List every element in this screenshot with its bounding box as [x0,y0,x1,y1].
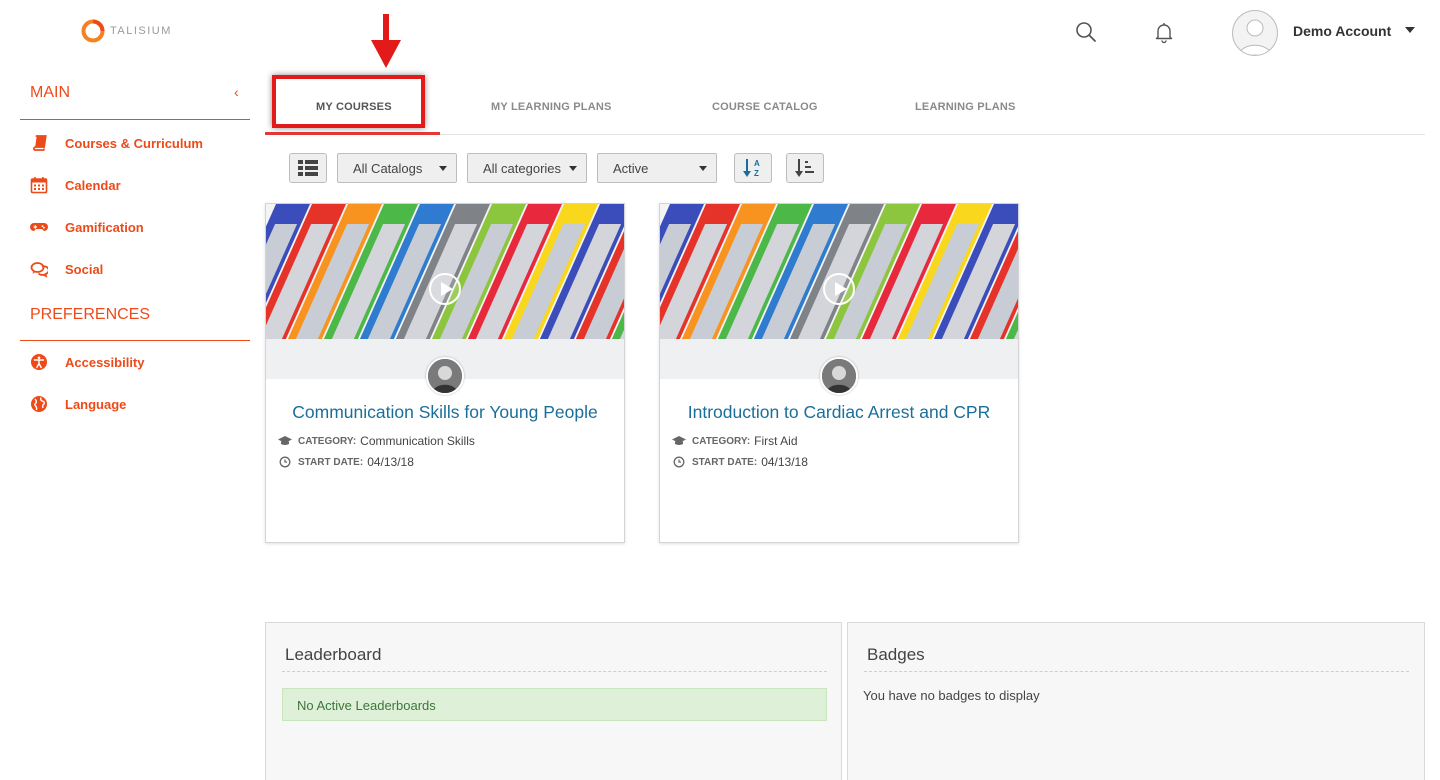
start-date-value: 04/13/18 [761,455,808,469]
chevron-down-icon [569,166,577,171]
sidebar-item-label: Accessibility [65,354,145,370]
annotation-arrow-icon [371,14,401,68]
user-silhouette-icon [1238,19,1272,55]
sort-alpha-icon: A Z [743,159,760,178]
sidebar-item-courses[interactable]: Courses & Curriculum [30,134,203,152]
start-date-label: START DATE: [692,456,758,468]
sidebar-heading-preferences: PREFERENCES [30,306,151,323]
book-icon [33,135,47,151]
accessibility-icon [31,354,47,370]
account-caret-down-icon[interactable] [1405,27,1415,33]
leaderboard-panel: Leaderboard No Active Leaderboards [265,622,842,780]
calendar-icon [30,177,48,194]
leaderboard-empty-alert: No Active Leaderboards [282,688,827,721]
tab-learning-plans[interactable]: LEARNING PLANS [915,101,1016,113]
course-category: CATEGORY: Communication Skills [278,434,475,448]
instructor-avatar [820,357,858,395]
category-value: First Aid [754,434,798,448]
leaderboard-title: Leaderboard [285,645,382,664]
sidebar-collapse-icon[interactable]: ‹ [234,84,239,100]
instructor-avatar [426,357,464,395]
course-thumbnail[interactable] [266,204,624,379]
badges-panel: Badges You have no badges to display [847,622,1425,780]
graduation-cap-icon [278,436,292,445]
course-card[interactable]: Introduction to Cardiac Arrest and CPR C… [659,203,1019,543]
course-category: CATEGORY: First Aid [672,434,798,448]
start-date-value: 04/13/18 [367,455,414,469]
graduation-cap-icon [672,436,686,445]
course-start-date: START DATE: 04/13/18 [278,455,414,469]
sidebar-item-label: Gamification [65,219,144,235]
category-label: CATEGORY: [692,435,751,447]
sidebar-item-language[interactable]: Language [30,395,126,413]
course-thumbnail[interactable] [660,204,1018,379]
instructor-photo [428,359,462,393]
category-value: Communication Skills [360,434,475,448]
annotation-highlight-box [272,75,425,128]
category-label: CATEGORY: [298,435,357,447]
status-select[interactable]: Active [597,153,717,183]
panel-divider [864,671,1409,672]
category-select[interactable]: All categories [467,153,587,183]
chevron-down-icon [699,166,707,171]
chevron-down-icon [439,166,447,171]
course-start-date: START DATE: 04/13/18 [672,455,808,469]
tab-course-catalog[interactable]: COURSE CATALOG [712,101,818,113]
sidebar-item-label: Calendar [65,177,121,193]
play-icon[interactable] [822,272,856,306]
play-icon[interactable] [428,272,462,306]
chat-bubbles-icon [30,262,48,278]
logo-ring-icon [81,19,105,43]
search-icon[interactable] [1074,20,1098,44]
sidebar-item-label: Language [65,396,127,412]
svg-text:Z: Z [754,169,759,178]
category-select-value: All categories [483,160,562,176]
start-date-label: START DATE: [298,456,364,468]
sidebar-item-accessibility[interactable]: Accessibility [30,353,145,371]
tab-my-learning-plans[interactable]: MY LEARNING PLANS [491,101,612,113]
list-view-icon [298,160,318,176]
logo-text: TALISIUM [110,25,172,37]
account-name[interactable]: Demo Account [1293,23,1391,39]
bell-icon[interactable] [1152,20,1176,44]
sidebar-item-label: Social [65,261,104,277]
sort-order-icon [795,159,814,177]
course-title[interactable]: Communication Skills for Young People [266,402,624,423]
sort-order-button[interactable] [786,153,824,183]
clock-icon [279,456,291,468]
badges-title: Badges [867,645,925,664]
catalog-select-value: All Catalogs [353,160,423,176]
gamepad-icon [30,223,48,231]
globe-icon [31,396,47,412]
logo[interactable]: TALISIUM [80,18,172,44]
sort-alpha-button[interactable]: A Z [734,153,772,183]
instructor-photo [822,359,856,393]
svg-text:A: A [754,159,760,168]
sidebar-item-label: Courses & Curriculum [65,135,203,151]
clock-icon [673,456,685,468]
status-select-value: Active [613,160,649,176]
sidebar-item-gamification[interactable]: Gamification [30,218,144,236]
active-tab-underline [265,132,440,135]
course-card[interactable]: Communication Skills for Young People CA… [265,203,625,543]
list-view-toggle-button[interactable] [289,153,327,183]
panel-divider [282,671,827,672]
sidebar-item-calendar[interactable]: Calendar [30,176,121,194]
sidebar-divider [20,340,250,341]
sidebar-divider [20,119,250,120]
catalog-select[interactable]: All Catalogs [337,153,457,183]
avatar[interactable] [1232,10,1278,56]
course-title[interactable]: Introduction to Cardiac Arrest and CPR [660,402,1018,423]
sidebar-heading-main: MAIN [30,84,70,101]
badges-empty-message: You have no badges to display [863,688,1040,703]
sidebar-item-social[interactable]: Social [30,260,103,278]
